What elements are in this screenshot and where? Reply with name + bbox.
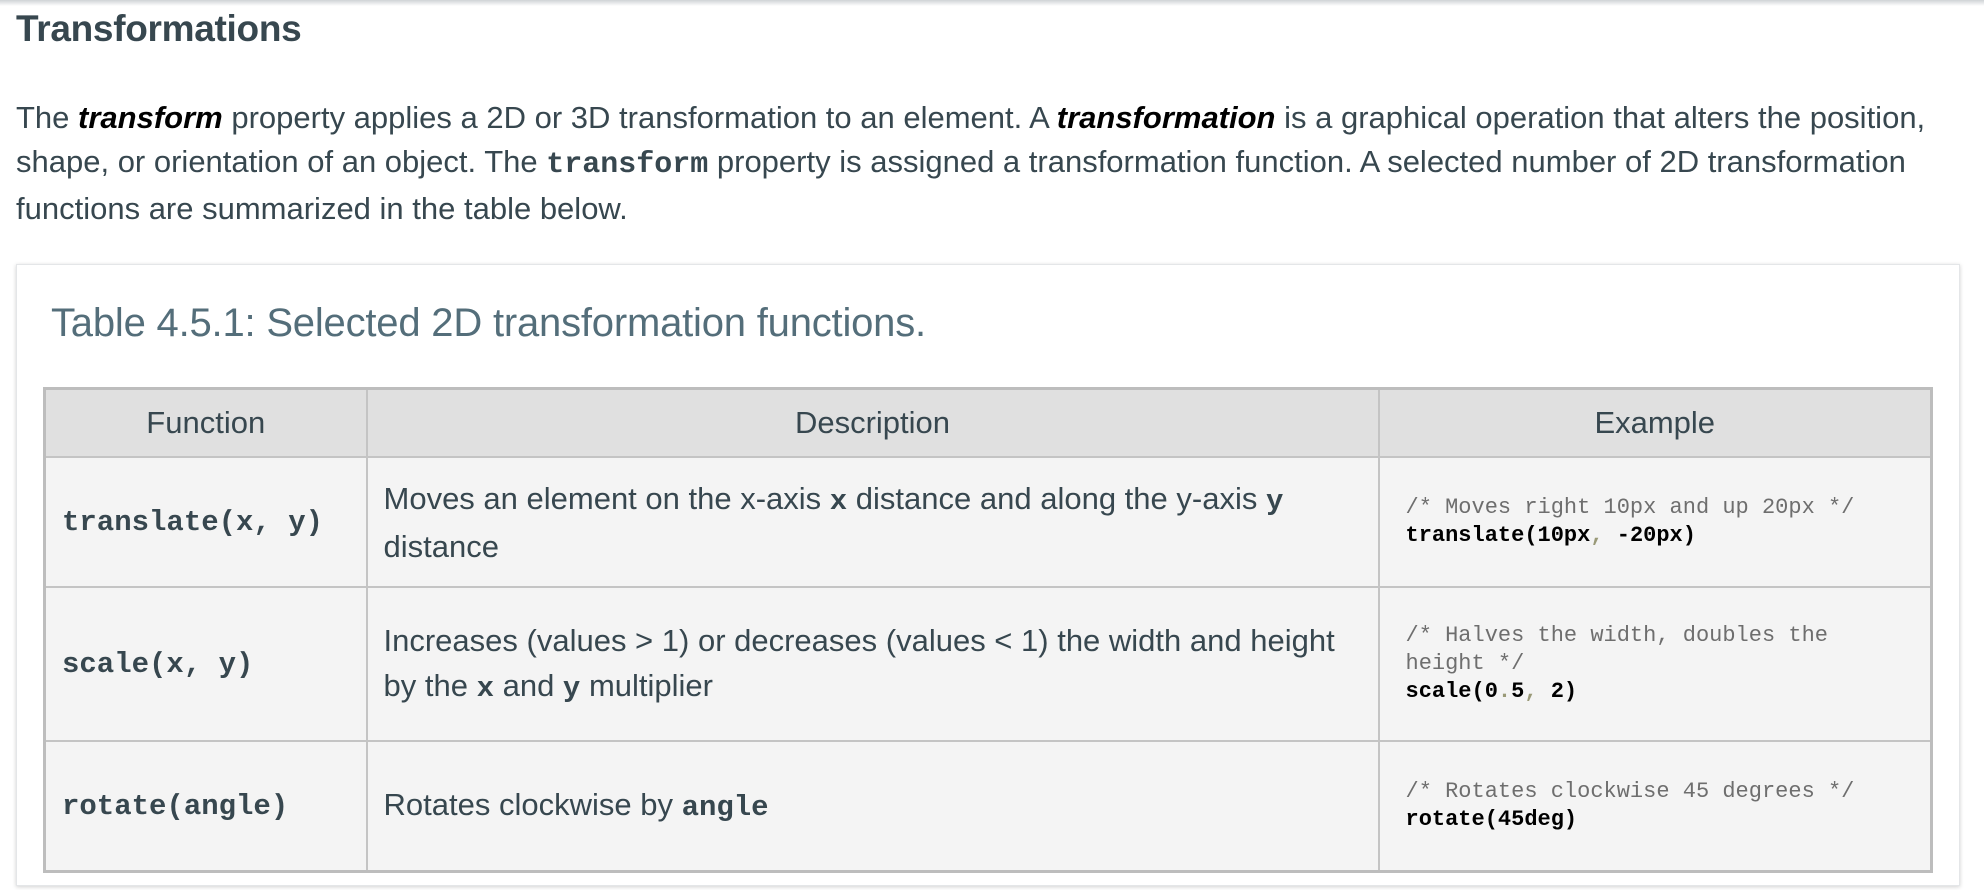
desc-text: and [493, 667, 563, 703]
term-transformation: transformation [1056, 100, 1276, 135]
desc-code: y [1265, 484, 1284, 518]
desc-code: x [476, 671, 494, 705]
example-code: translate(10px, -20px) [1406, 522, 1905, 550]
header-function: Function [43, 387, 368, 458]
code-token: 2) [1537, 679, 1578, 704]
code-token: 5 [1511, 679, 1525, 704]
desc-text: distance and along the y-axis [847, 480, 1266, 516]
intro-text: property applies a 2D or 3D transformati… [222, 100, 1057, 135]
description-cell: Increases (values > 1) or decreases (val… [365, 586, 1380, 742]
table-row: rotate(angle) Rotates clockwise by angle… [43, 740, 1933, 873]
description-cell: Moves an element on the x-axis x distanc… [365, 456, 1380, 588]
intro-paragraph: The transform property applies a 2D or 3… [16, 96, 1976, 231]
table-row: scale(x, y) Increases (values > 1) or de… [43, 586, 1933, 742]
example-comment: /* Halves the width, doubles the height … [1405, 623, 1828, 676]
desc-text: distance [383, 528, 499, 564]
example-code: rotate(45deg) [1405, 807, 1578, 832]
code-token: -20px) [1603, 523, 1696, 548]
code-token: translate(10px [1405, 523, 1591, 548]
table-row: translate(x, y) Moves an element on the … [43, 456, 1933, 588]
example-comment: /* Rotates clockwise 45 degrees */ [1405, 779, 1855, 804]
term-transform: transform [78, 100, 223, 135]
code-punctuation: . [1497, 679, 1512, 704]
table-header-row: Function Description Example [43, 387, 1933, 458]
example-comment: /* Moves right 10px and up 20px */ [1405, 495, 1855, 520]
desc-code: y [562, 671, 581, 705]
top-shadow [0, 0, 1984, 6]
table-caption: Table 4.5.1: Selected 2D transformation … [51, 301, 926, 345]
header-description: Description [365, 387, 1380, 458]
example-code: scale(0.5, 2) [1406, 678, 1905, 706]
intro-text: The [16, 100, 79, 135]
example-cell: /* Moves right 10px and up 20px */ trans… [1377, 456, 1933, 588]
function-cell: rotate(angle) [43, 740, 368, 873]
header-example: Example [1377, 387, 1933, 458]
inline-code-transform: transform [546, 148, 709, 182]
section-title: Transformations [16, 8, 302, 49]
desc-code: angle [681, 791, 769, 824]
desc-text: multiplier [580, 667, 713, 703]
description-cell: Rotates clockwise by angle [365, 740, 1380, 873]
code-punctuation: , [1524, 679, 1538, 704]
function-cell: scale(x, y) [43, 586, 368, 742]
desc-text: Rotates clockwise by [383, 787, 682, 822]
transform-functions-table: Function Description Example translate(x… [43, 387, 1933, 873]
example-cell: /* Halves the width, doubles the height … [1377, 586, 1933, 742]
function-cell: translate(x, y) [43, 456, 368, 588]
desc-text: Moves an element on the x-axis [383, 480, 830, 516]
table-card: Table 4.5.1: Selected 2D transformation … [16, 264, 1960, 886]
example-cell: /* Rotates clockwise 45 degrees */ rotat… [1377, 740, 1933, 873]
code-punctuation: , [1590, 523, 1604, 548]
desc-code: x [829, 484, 848, 518]
code-token: scale(0 [1405, 679, 1498, 704]
